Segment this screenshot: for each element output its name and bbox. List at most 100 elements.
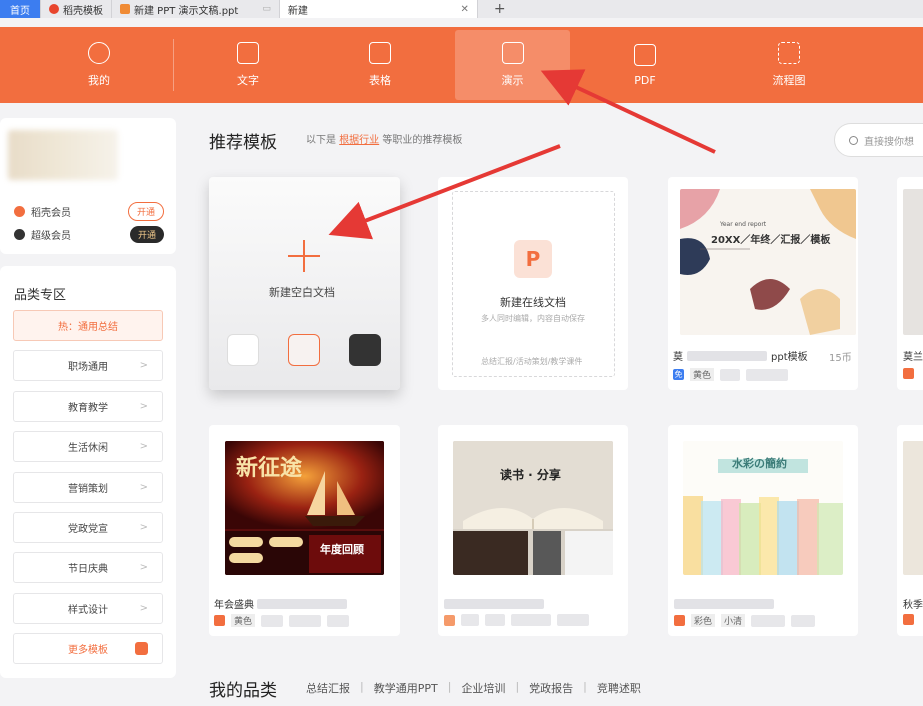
tab-new[interactable]: 新建 ✕ <box>279 0 478 18</box>
template-thumbnail[interactable] <box>680 189 856 335</box>
category-item-style[interactable]: 样式设计 > <box>13 593 163 624</box>
nav-item-flowchart-label: 流程图 <box>772 74 806 87</box>
year-end-price: 15币 <box>829 353 852 364</box>
tag-yellow[interactable]: 黄色 <box>690 368 715 381</box>
my-category-links: 总结汇报 | 教学通用PPT | 企业培训 | 党政报告 | 竞聘述职 <box>306 680 641 696</box>
category-item-label: 更多模板 <box>68 645 108 656</box>
online-doc-tags: 总结汇报/活动策划/教学课件 <box>481 357 583 366</box>
chevron-right-icon: > <box>139 522 148 533</box>
category-item-label: 生活休闲 <box>68 443 108 454</box>
tag-colorful[interactable]: 彩色 <box>691 614 716 627</box>
tab-home-label: 首页 <box>10 5 30 17</box>
super-vip-label: 超级会员 <box>31 231 71 242</box>
category-item-life[interactable]: 生活休闲 > <box>13 431 163 462</box>
industry-link[interactable]: 根据行业 <box>339 135 379 146</box>
star-icon <box>88 42 110 64</box>
template-thumbnail[interactable] <box>903 189 923 335</box>
nav-item-flowchart[interactable]: 流程图 <box>734 27 844 103</box>
category-item-festival[interactable]: 节日庆典 > <box>13 552 163 583</box>
search-placeholder: 直接搜你想 <box>864 136 914 148</box>
reading-share-title: 读书 · 分享 <box>500 468 561 482</box>
nav-item-sheet[interactable]: 表格 <box>325 27 435 103</box>
recommend-sub-prefix: 以下是 <box>306 135 336 146</box>
watercolor-title: 水彩の簡約 <box>732 457 787 470</box>
online-doc-p-icon: P <box>514 240 552 278</box>
docer-vip-label: 稻壳会员 <box>31 208 71 219</box>
my-category-link[interactable]: 竞聘述职 <box>597 680 641 696</box>
document-icon <box>237 42 259 64</box>
dark-theme-swatch[interactable] <box>349 334 381 366</box>
nav-item-writer[interactable]: 文字 <box>193 27 303 103</box>
category-item-label: 节日庆典 <box>68 564 108 575</box>
category-item-workplace[interactable]: 职场通用 > <box>13 350 163 381</box>
category-item-more[interactable]: 更多模板 <box>13 633 163 664</box>
template-thumbnail[interactable] <box>903 441 923 575</box>
docer-vip-row: 稻壳会员 开通 <box>14 202 164 221</box>
tab-docer[interactable]: 稻壳模板 <box>41 0 112 18</box>
my-category-title: 我的品类 <box>209 681 277 701</box>
ppt-file-icon <box>120 4 130 14</box>
flowchart-icon <box>778 42 800 64</box>
category-item-label: 热：通用总结 <box>58 322 118 333</box>
chevron-right-icon: > <box>139 482 148 493</box>
presentation-icon <box>501 42 524 64</box>
my-category-link[interactable]: 教学通用PPT <box>374 680 438 696</box>
side-card-caption: 莫兰 <box>903 352 923 363</box>
new-tab-plus-icon[interactable]: + <box>494 1 506 17</box>
year-end-caption: 莫 ppt模板 <box>673 348 808 363</box>
tag-yellow[interactable]: 黄色 <box>231 614 256 627</box>
template-thumbnail[interactable] <box>453 441 613 575</box>
my-category-link[interactable]: 企业培训 <box>461 680 505 696</box>
category-item-label: 样式设计 <box>68 605 108 616</box>
nav-item-mine-label: 我的 <box>88 74 110 87</box>
category-item-education[interactable]: 教育教学 > <box>13 391 163 422</box>
annual-gala-subtitle: 年度回顾 <box>320 543 364 556</box>
nav-item-presentation[interactable]: 演示 <box>455 30 570 100</box>
plus-icon <box>288 240 320 272</box>
light-theme-swatch[interactable] <box>288 334 320 366</box>
category-item-marketing[interactable]: 营销策划 > <box>13 472 163 503</box>
tab-bar: 首页 稻壳模板 新建 PPT 演示文稿.ppt ▭ 新建 ✕ + <box>0 0 923 18</box>
pin-icon[interactable]: ▭ <box>262 4 271 14</box>
year-end-caption-b: ppt模板 <box>771 352 808 363</box>
new-blank-document-label: 新建空白文档 <box>269 286 335 299</box>
avatar[interactable] <box>8 130 118 180</box>
docer-vip-icon <box>14 206 25 217</box>
tab-docer-label: 稻壳模板 <box>63 5 103 17</box>
super-vip-open-button[interactable]: 开通 <box>129 226 164 243</box>
recommend-sub-suffix: 等职业的推荐模板 <box>382 135 463 146</box>
category-item-hot[interactable]: 热：通用总结 <box>13 310 163 341</box>
nav-item-mine[interactable]: 我的 <box>44 27 154 103</box>
year-end-caption-a: 莫 <box>673 352 683 363</box>
tag-fresh[interactable]: 小清 <box>721 614 746 627</box>
category-item-label: 教育教学 <box>68 403 108 414</box>
nav-item-presentation-label: 演示 <box>501 74 524 87</box>
doc-type-nav: 我的 文字 表格 演示 PDF 流程图 <box>0 27 923 103</box>
docer-badge-icon <box>674 615 685 626</box>
docer-badge-icon <box>135 642 148 655</box>
chevron-right-icon: > <box>139 603 148 614</box>
template-search-input[interactable]: 直接搜你想 <box>834 123 923 157</box>
category-item-party[interactable]: 党政党宣 > <box>13 512 163 543</box>
chevron-right-icon: > <box>139 441 148 452</box>
watercolor-tags: 彩色 小清 <box>674 614 816 627</box>
my-category-link[interactable]: 总结汇报 <box>306 680 350 696</box>
recommend-title: 推荐模板 <box>209 133 277 153</box>
recommend-subtitle: 以下是 根据行业 等职业的推荐模板 <box>306 131 462 146</box>
tab-home[interactable]: 首页 <box>0 0 41 18</box>
category-item-label: 职场通用 <box>68 362 108 373</box>
docer-vip-open-button[interactable]: 开通 <box>127 202 164 221</box>
year-end-tags: 免 黄色 <box>673 368 789 381</box>
free-badge-icon: 免 <box>673 369 684 380</box>
white-theme-swatch[interactable] <box>227 334 259 366</box>
side-card-tags <box>903 368 914 379</box>
chevron-right-icon: > <box>139 401 148 412</box>
side-card-2-tags <box>903 614 914 625</box>
tab-ppt-file[interactable]: 新建 PPT 演示文稿.ppt ▭ <box>112 0 280 18</box>
my-category-link[interactable]: 党政报告 <box>529 680 573 696</box>
category-item-label: 党政党宣 <box>68 524 108 535</box>
close-icon[interactable]: ✕ <box>460 4 468 15</box>
nav-item-pdf[interactable]: PDF <box>590 27 700 103</box>
annual-gala-caption: 年会盛典 <box>214 596 347 611</box>
table-icon <box>369 42 391 64</box>
